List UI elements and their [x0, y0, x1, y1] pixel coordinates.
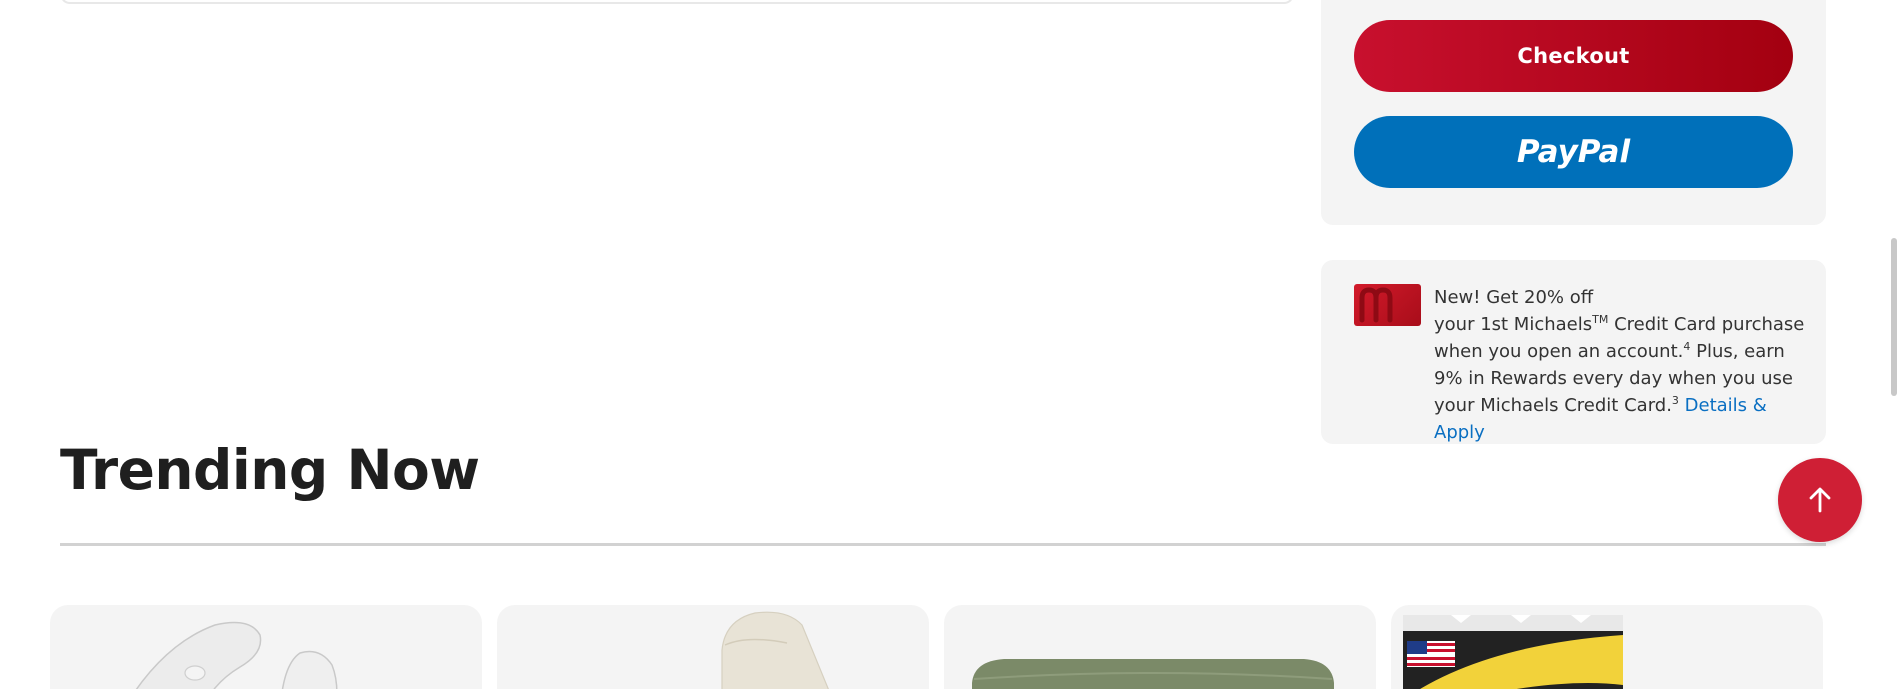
back-to-top-button[interactable] [1778, 458, 1862, 542]
product-image-2 [721, 611, 829, 689]
promo-headline: New! Get 20% off [1434, 287, 1594, 308]
promo-line-a: your 1st Michaels [1434, 314, 1593, 335]
product-image-1 [135, 621, 338, 689]
product-card-4[interactable] [1391, 605, 1823, 689]
checkout-button[interactable]: Checkout [1354, 20, 1793, 92]
product-image-3 [972, 659, 1334, 689]
page-scrollbar[interactable] [1887, 0, 1901, 689]
footnote-3: 3 [1671, 394, 1679, 407]
promo-text: New! Get 20% off your 1st MichaelsTM Cre… [1434, 284, 1814, 446]
product-card-2[interactable] [497, 605, 929, 689]
michaels-credit-card-icon [1354, 284, 1421, 326]
trademark-sup: TM [1592, 313, 1609, 326]
scrollbar-thumb[interactable] [1891, 238, 1897, 396]
credit-card-promo: New! Get 20% off your 1st MichaelsTM Cre… [1321, 260, 1826, 444]
trending-now-title: Trending Now [60, 438, 480, 502]
product-card-3[interactable] [944, 605, 1376, 689]
cart-items-panel [60, 0, 1294, 4]
arrow-up-icon [1809, 487, 1831, 513]
product-card-1[interactable] [50, 605, 482, 689]
paypal-button[interactable]: PayPal [1354, 116, 1793, 188]
section-divider [60, 543, 1826, 546]
product-image-4 [1403, 615, 1623, 689]
